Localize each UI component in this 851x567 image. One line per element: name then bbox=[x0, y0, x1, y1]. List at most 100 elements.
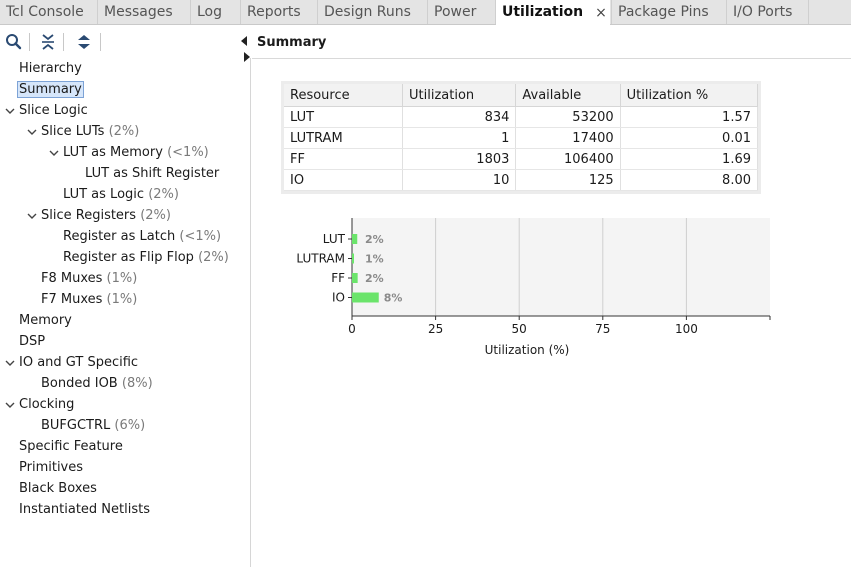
utilization-cell: 10 bbox=[402, 169, 517, 191]
collapse-left-icon[interactable] bbox=[241, 36, 247, 46]
search-icon[interactable] bbox=[4, 32, 24, 52]
tree-item[interactable]: Slice Logic bbox=[19, 101, 88, 121]
utilization-tree: Hierarchy Summary Slice Logic Slice LUTs (2… bbox=[0, 58, 251, 567]
bar bbox=[352, 253, 354, 264]
column-header[interactable]: Resource bbox=[284, 84, 403, 107]
chevron-down-icon[interactable] bbox=[49, 148, 59, 158]
tree-item[interactable]: IO and GT Specific bbox=[19, 353, 138, 373]
utilization-cell: 1 bbox=[402, 127, 517, 149]
chevron-down-icon[interactable] bbox=[5, 106, 15, 116]
resource-cell: LUTRAM bbox=[284, 127, 403, 149]
tree-item[interactable]: F7 Muxes (1%) bbox=[41, 290, 137, 310]
tab-tcl-console[interactable]: Tcl Console bbox=[0, 0, 98, 24]
x-tick-label: 100 bbox=[675, 322, 698, 336]
tree-item[interactable]: BUFGCTRL (6%) bbox=[41, 416, 145, 436]
close-tab-icon[interactable]: × bbox=[592, 0, 610, 25]
data-label: 8% bbox=[384, 292, 403, 305]
tab-io-ports[interactable]: I/O Ports bbox=[727, 0, 809, 24]
chevron-down-icon[interactable] bbox=[27, 127, 37, 137]
data-label: 2% bbox=[365, 272, 384, 285]
tree-item[interactable]: Hierarchy bbox=[19, 59, 82, 79]
tree-item-label: Specific Feature bbox=[19, 439, 123, 454]
tree-item-label: BUFGCTRL bbox=[41, 418, 111, 433]
tree-item[interactable]: Clocking bbox=[19, 395, 74, 415]
tab-log[interactable]: Log bbox=[191, 0, 241, 24]
tree-item-percent: (2%) bbox=[108, 124, 140, 139]
collapse-all-icon[interactable] bbox=[38, 32, 58, 52]
tree-item-label: LUT as Shift Register bbox=[85, 166, 220, 181]
chevron-down-icon[interactable] bbox=[5, 358, 15, 368]
tree-item[interactable]: Summary bbox=[17, 80, 84, 100]
x-tick-label: 25 bbox=[428, 322, 443, 336]
tree-item-percent: (<1%) bbox=[179, 229, 222, 244]
column-header[interactable]: Utilization bbox=[402, 84, 517, 107]
tab-messages[interactable]: Messages bbox=[98, 0, 191, 24]
table-row[interactable]: IO 10 125 8.00 bbox=[284, 169, 759, 191]
tree-item[interactable]: DSP bbox=[19, 332, 45, 352]
toolbar-divider bbox=[63, 33, 64, 51]
tree-item-label: Summary bbox=[17, 81, 84, 98]
tree-item[interactable]: Memory bbox=[19, 311, 72, 331]
tree-item-percent: (1%) bbox=[106, 271, 138, 286]
resource-cell: IO bbox=[284, 169, 403, 191]
chevron-down-icon[interactable] bbox=[27, 211, 37, 221]
available-cell: 53200 bbox=[515, 106, 621, 128]
tree-item-label: F8 Muxes bbox=[41, 271, 103, 286]
tab-power[interactable]: Power bbox=[428, 0, 496, 24]
table-row[interactable]: FF 1803 106400 1.69 bbox=[284, 148, 759, 170]
resource-cell: LUT bbox=[284, 106, 403, 128]
tree-item[interactable]: Bonded IOB (8%) bbox=[41, 374, 153, 394]
tree-item-label: Hierarchy bbox=[19, 61, 82, 76]
toolbar-divider bbox=[100, 33, 101, 51]
column-header[interactable]: Available bbox=[515, 84, 621, 107]
chevron-down-icon[interactable] bbox=[5, 400, 15, 410]
utilization-cell: 1803 bbox=[402, 148, 517, 170]
tab-utilization[interactable]: Utilization bbox=[496, 0, 592, 25]
expand-right-icon[interactable] bbox=[244, 52, 250, 62]
expand-all-icon[interactable] bbox=[74, 32, 94, 52]
x-tick-label: 50 bbox=[512, 322, 527, 336]
tab-design-runs[interactable]: Design Runs bbox=[318, 0, 428, 24]
available-cell: 106400 bbox=[515, 148, 621, 170]
tree-toolbar bbox=[0, 26, 251, 58]
tree-item-label: Memory bbox=[19, 313, 72, 328]
tab-bar: Tcl Console Messages Log Reports Design … bbox=[0, 0, 851, 25]
table-row[interactable]: LUT 834 53200 1.57 bbox=[284, 106, 759, 128]
tree-item-label: Clocking bbox=[19, 397, 75, 412]
tree-item[interactable]: LUT as Logic (2%) bbox=[63, 185, 179, 205]
plot-area bbox=[352, 218, 770, 316]
bar bbox=[352, 273, 358, 283]
data-label: 1% bbox=[365, 253, 384, 266]
tree-item[interactable]: LUT as Shift Register bbox=[85, 164, 219, 184]
tree-item-percent: (6%) bbox=[114, 418, 146, 433]
tree-item[interactable]: Register as Flip Flop (2%) bbox=[63, 248, 229, 268]
tree-item[interactable]: Slice LUTs (2%) bbox=[41, 122, 139, 142]
table-row[interactable]: LUTRAM 1 17400 0.01 bbox=[284, 127, 759, 149]
tree-item[interactable]: Slice Registers (2%) bbox=[41, 206, 171, 226]
utilization-cell: 834 bbox=[402, 106, 517, 128]
category-label: IO bbox=[332, 291, 345, 305]
summary-table: Resource Utilization Available Utilizati… bbox=[284, 84, 759, 191]
tree-item-label: F7 Muxes bbox=[41, 292, 103, 307]
utilization-percent-cell: 8.00 bbox=[620, 169, 759, 191]
tree-item-percent: (<1%) bbox=[167, 145, 209, 160]
tab-package-pins[interactable]: Package Pins bbox=[611, 0, 727, 24]
tree-item[interactable]: Black Boxes bbox=[19, 479, 97, 499]
tree-item[interactable]: F8 Muxes (1%) bbox=[41, 269, 137, 289]
tree-item[interactable]: Register as Latch (<1%) bbox=[63, 227, 221, 247]
utilization-chart: LUT 2% LUTRAM 1% FF 2% IO 8% 0 25 50 75 100 Utilizati… bbox=[296, 218, 771, 357]
summary-table-container: Resource Utilization Available Utilizati… bbox=[281, 81, 761, 194]
tree-item-label: LUT as Memory bbox=[63, 145, 163, 160]
category-label: LUTRAM bbox=[296, 252, 345, 266]
tree-item[interactable]: Primitives bbox=[19, 458, 83, 478]
tree-item[interactable]: Instantiated Netlists bbox=[19, 500, 150, 520]
x-tick-label: 75 bbox=[595, 322, 610, 336]
tree-item-label: Black Boxes bbox=[19, 481, 97, 496]
tree-item[interactable]: LUT as Memory (<1%) bbox=[63, 143, 209, 163]
table-header-row: Resource Utilization Available Utilizati… bbox=[284, 84, 759, 107]
column-header[interactable]: Utilization % bbox=[620, 84, 759, 107]
tab-reports[interactable]: Reports bbox=[241, 0, 318, 24]
available-cell: 17400 bbox=[515, 127, 621, 149]
category-label: LUT bbox=[323, 232, 346, 246]
tree-item[interactable]: Specific Feature bbox=[19, 437, 123, 457]
